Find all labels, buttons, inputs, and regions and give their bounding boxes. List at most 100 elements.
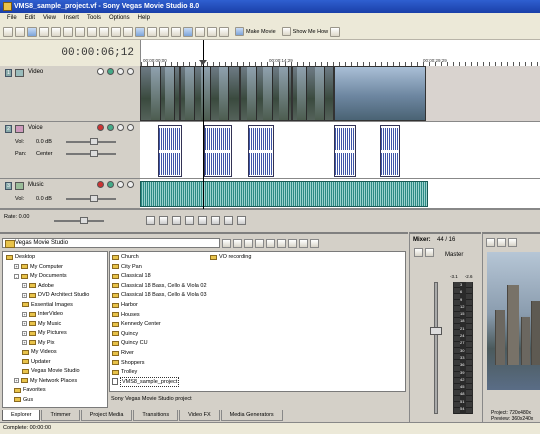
tree-item[interactable]: + DVD Architect Studio — [22, 291, 89, 299]
lock-envelopes-icon[interactable] — [159, 26, 169, 37]
play-from-start-icon[interactable] — [172, 216, 181, 225]
track-menu-icon[interactable] — [127, 124, 134, 131]
copy-icon[interactable] — [75, 26, 85, 37]
refresh-icon[interactable] — [233, 238, 242, 248]
tree-item[interactable]: + My Pictures — [22, 329, 67, 337]
new-icon[interactable] — [3, 26, 13, 37]
make-movie-button[interactable]: Make Movie — [235, 27, 276, 36]
tree-item[interactable]: - My Documents — [14, 272, 67, 280]
external-monitor-icon[interactable] — [497, 238, 506, 247]
folder-item[interactable]: City Pan — [112, 263, 142, 271]
file-item[interactable]: VMS8_sample_project — [112, 376, 180, 387]
menu-tools[interactable]: Tools — [83, 13, 105, 24]
tree-item[interactable]: + InterVideo — [22, 310, 63, 318]
expand-icon[interactable]: + — [14, 378, 19, 383]
zoom-tool-icon[interactable] — [219, 26, 229, 37]
video-event[interactable] — [180, 66, 240, 121]
folder-item[interactable]: Kennedy Center — [112, 320, 161, 328]
folder-item[interactable]: Trolley — [112, 368, 137, 376]
folder-item[interactable]: Shoppers — [112, 359, 145, 367]
mute-icon[interactable] — [107, 181, 114, 188]
tree-item[interactable]: Gus — [14, 396, 33, 404]
menu-edit[interactable]: Edit — [21, 13, 39, 24]
mute-icon[interactable] — [107, 68, 114, 75]
video-event[interactable] — [240, 66, 292, 121]
pan-slider[interactable] — [66, 150, 116, 157]
open-icon[interactable] — [15, 26, 25, 37]
folder-item[interactable]: Houses — [112, 311, 140, 319]
slider-knob[interactable] — [80, 217, 88, 224]
auto-crossfade-icon[interactable] — [171, 26, 181, 37]
tree-item[interactable]: + My Computer — [14, 263, 63, 271]
folder-item[interactable]: Classical 18 Bass, Cello & Viola 03 — [112, 291, 207, 299]
envelope-tool-icon[interactable] — [195, 26, 205, 37]
stop-preview-icon[interactable] — [277, 238, 286, 248]
preview-settings-icon[interactable] — [486, 238, 495, 247]
track-menu-icon[interactable] — [127, 181, 134, 188]
file-list[interactable]: Church City Pan Classical 18 Classical 18 B… — [109, 251, 406, 392]
tree-item[interactable]: Favorites — [14, 386, 46, 394]
video-track-lane[interactable] — [140, 66, 540, 122]
tab-transitions[interactable]: Transitions — [133, 410, 179, 421]
audio-event[interactable] — [248, 125, 274, 177]
menu-file[interactable]: File — [3, 13, 21, 24]
track-header-voice[interactable]: 2 Voice Vol: 0.0 dB Pan: Center — [0, 122, 140, 179]
video-event[interactable] — [292, 66, 334, 121]
video-event[interactable] — [140, 66, 180, 121]
tree-item[interactable]: Updater — [22, 358, 51, 366]
expand-icon[interactable]: + — [22, 283, 27, 288]
selection-tool-icon[interactable] — [207, 26, 217, 37]
tree-item[interactable]: + My Music — [22, 320, 61, 328]
folder-item[interactable]: Classical 18 — [112, 272, 151, 280]
expand-icon[interactable]: + — [22, 330, 27, 336]
menu-help[interactable]: Help — [134, 13, 154, 24]
slider-knob[interactable] — [90, 150, 98, 157]
audio-event[interactable] — [334, 125, 356, 177]
cut-icon[interactable] — [63, 26, 73, 37]
expand-icon[interactable]: + — [22, 340, 27, 345]
track-header-music[interactable]: 3 Music Vol: 0.0 dB — [0, 179, 140, 209]
normal-edit-tool-icon[interactable] — [183, 26, 193, 37]
collapse-icon[interactable]: - — [14, 273, 19, 279]
fader-knob[interactable] — [430, 327, 442, 335]
save-icon[interactable] — [27, 26, 37, 37]
audio-event[interactable] — [158, 125, 182, 177]
audio-event[interactable] — [204, 125, 232, 177]
downmix-icon[interactable] — [414, 248, 423, 257]
tab-media-generators[interactable]: Media Generators — [220, 410, 283, 421]
track-menu-icon[interactable] — [127, 68, 134, 75]
folder-tree[interactable]: Desktop + My Computer - My Documents + Adobe + D… — [2, 251, 108, 408]
folder-item[interactable]: River — [112, 349, 134, 357]
undo-icon[interactable] — [111, 26, 121, 37]
properties-icon[interactable] — [51, 26, 61, 37]
tab-project-media[interactable]: Project Media — [80, 410, 133, 421]
snap-icon[interactable] — [135, 26, 145, 37]
get-media-icon[interactable] — [299, 238, 308, 248]
slider-knob[interactable] — [90, 138, 98, 145]
tree-item[interactable]: Vegas Movie Studio — [22, 367, 80, 375]
record-arm-icon[interactable] — [97, 181, 104, 188]
tab-trimmer[interactable]: Trimmer — [41, 410, 80, 421]
volume-slider[interactable] — [66, 138, 116, 145]
record-icon[interactable] — [146, 216, 155, 225]
track-header-video[interactable]: 1 Video — [0, 66, 140, 122]
tab-video-fx[interactable]: Video FX — [179, 410, 220, 421]
music-event[interactable] — [140, 181, 428, 207]
views-icon[interactable] — [310, 238, 319, 248]
slider-knob[interactable] — [90, 195, 98, 202]
auto-preview-icon[interactable] — [288, 238, 297, 248]
folder-item[interactable]: Harbor — [112, 301, 138, 309]
start-preview-icon[interactable] — [266, 238, 275, 248]
solo-icon[interactable] — [117, 181, 124, 188]
menu-view[interactable]: View — [39, 13, 60, 24]
playhead[interactable] — [203, 40, 204, 210]
folder-item[interactable]: VO recording — [210, 253, 251, 261]
path-combobox[interactable]: Vegas Movie Studio — [2, 238, 220, 248]
go-to-end-icon[interactable] — [237, 216, 246, 225]
tree-item[interactable]: + Adobe — [22, 282, 54, 290]
menu-insert[interactable]: Insert — [60, 13, 83, 24]
track-name[interactable]: Music — [28, 182, 44, 188]
expand-icon[interactable]: + — [22, 311, 27, 317]
go-to-start-icon[interactable] — [224, 216, 233, 225]
fx-icon[interactable] — [97, 68, 104, 75]
